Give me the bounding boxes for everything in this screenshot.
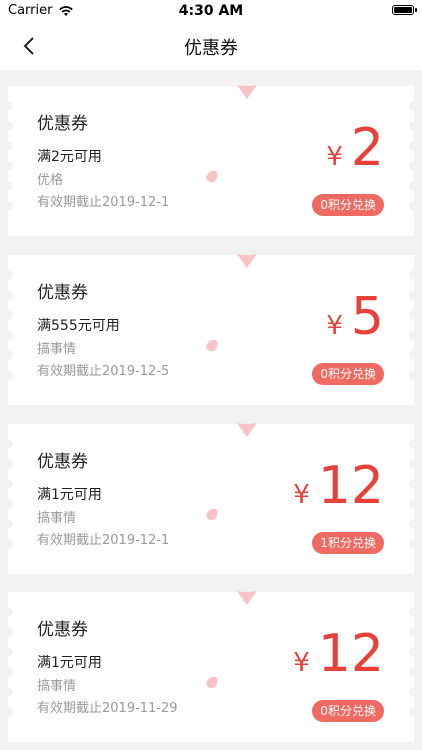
coupon-amount: 5 xyxy=(350,287,384,347)
status-time: 4:30 AM xyxy=(178,3,244,19)
coupon-shop: 搞事情 xyxy=(37,679,77,694)
coupon-card[interactable]: 优惠券 满1元可用 搞事情 有效期截止2019-12-1 ¥ 12 1积分兑换 xyxy=(8,423,414,574)
currency-symbol: ¥ xyxy=(293,480,310,510)
redeem-button[interactable]: 0积分兑换 xyxy=(312,363,384,385)
coupon-expiry: 有效期截止2019-12-1 xyxy=(37,195,170,210)
coupon-condition: 满1元可用 xyxy=(37,655,102,671)
coupon-shop: 搞事情 xyxy=(37,511,77,526)
coupon-condition: 满1元可用 xyxy=(37,487,102,503)
coupon-expiry: 有效期截止2019-12-5 xyxy=(37,364,170,379)
currency-symbol: ¥ xyxy=(293,648,310,678)
coupon-expiry: 有效期截止2019-12-1 xyxy=(37,533,170,548)
redeem-button[interactable]: 1积分兑换 xyxy=(312,532,384,554)
coupon-card[interactable]: 优惠券 满2元可用 优格 有效期截止2019-12-1 ¥ 2 0积分兑换 xyxy=(8,85,414,236)
coupon-amount: 12 xyxy=(317,456,384,516)
nav-bar: 优惠券 xyxy=(0,22,422,70)
heart-drop-icon xyxy=(237,423,257,437)
currency-symbol: ¥ xyxy=(326,311,343,341)
heart-drop-icon xyxy=(237,85,257,99)
coupon-amount: 2 xyxy=(350,118,384,178)
coupon-title: 优惠券 xyxy=(37,114,88,134)
coupon-title: 优惠券 xyxy=(37,620,88,640)
coupon-title: 优惠券 xyxy=(37,283,88,303)
coupon-price: ¥ 12 xyxy=(293,456,384,516)
status-bar: Carrier 4:30 AM xyxy=(0,0,422,22)
petal-icon xyxy=(206,339,218,352)
page-title: 优惠券 xyxy=(184,38,238,59)
coupon-condition: 满2元可用 xyxy=(37,149,102,165)
coupon-condition: 满555元可用 xyxy=(37,318,120,334)
coupon-shop: 优格 xyxy=(37,173,64,188)
petal-icon xyxy=(206,508,218,521)
coupon-amount: 12 xyxy=(317,624,384,684)
coupon-expiry: 有效期截止2019-11-29 xyxy=(37,701,178,716)
coupon-price: ¥ 2 xyxy=(326,118,384,178)
battery-icon xyxy=(392,5,417,15)
currency-symbol: ¥ xyxy=(326,142,343,172)
coupon-shop: 搞事情 xyxy=(37,342,77,357)
coupon-card[interactable]: 优惠券 满1元可用 搞事情 有效期截止2019-11-29 ¥ 12 0积分兑换 xyxy=(8,591,414,742)
coupon-price: ¥ 12 xyxy=(293,624,384,684)
coupon-title: 优惠券 xyxy=(37,452,88,472)
heart-drop-icon xyxy=(237,591,257,605)
coupon-price: ¥ 5 xyxy=(326,287,384,347)
petal-icon xyxy=(206,676,218,689)
redeem-button[interactable]: 0积分兑换 xyxy=(312,194,384,216)
redeem-button[interactable]: 0积分兑换 xyxy=(312,700,384,722)
heart-drop-icon xyxy=(237,254,257,268)
petal-icon xyxy=(206,170,218,183)
coupon-card[interactable]: 优惠券 满555元可用 搞事情 有效期截止2019-12-5 ¥ 5 0积分兑换 xyxy=(8,254,414,405)
